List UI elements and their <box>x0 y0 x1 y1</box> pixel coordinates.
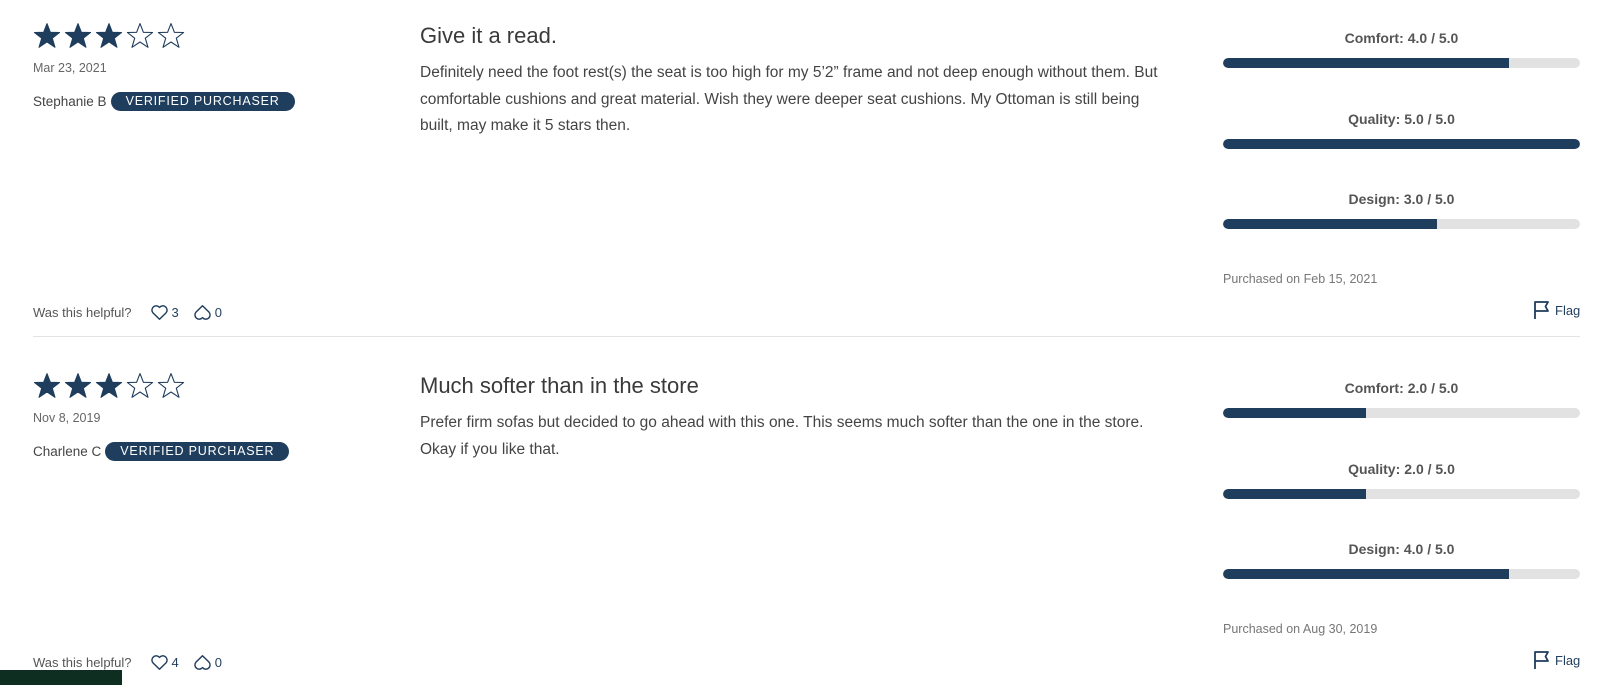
review-date: Mar 23, 2021 <box>33 61 107 75</box>
flag-button[interactable]: Flag <box>1533 650 1580 670</box>
purchase-date: Purchased on Aug 30, 2019 <box>1223 622 1378 636</box>
review-card: Nov 8, 2019 Charlene C VERIFIED PURCHASE… <box>33 350 1580 670</box>
star-filled-icon <box>33 22 61 50</box>
dislike-count: 0 <box>214 304 222 320</box>
purchase-date: Purchased on Feb 15, 2021 <box>1223 272 1378 286</box>
verified-purchaser-badge: VERIFIED PURCHASER <box>105 441 290 461</box>
quality-rating-bar <box>1223 489 1580 499</box>
heart-icon <box>150 654 168 670</box>
helpful-label: Was this helpful? <box>33 654 132 670</box>
design-rating-bar <box>1223 569 1580 579</box>
flag-icon <box>1534 301 1549 319</box>
dislike-count: 0 <box>214 654 222 670</box>
design-rating-label: Design: 3.0 / 5.0 <box>1348 191 1455 207</box>
comfort-rating-bar <box>1223 58 1580 68</box>
comfort-rating-label: Comfort: 4.0 / 5.0 <box>1344 30 1459 46</box>
like-button[interactable]: 4 <box>150 653 179 672</box>
star-empty-icon <box>126 22 154 50</box>
comfort-rating-bar <box>1223 408 1580 418</box>
review-date: Nov 8, 2019 <box>33 411 101 425</box>
review-card: Mar 23, 2021 Stephanie B VERIFIED PURCHA… <box>33 0 1580 320</box>
helpful-votes: Was this helpful? 4 0 <box>33 652 236 672</box>
star-filled-icon <box>95 22 123 50</box>
heart-down-icon <box>193 654 211 670</box>
like-button[interactable]: 3 <box>150 303 179 322</box>
star-filled-icon <box>64 22 92 50</box>
verified-purchaser-badge: VERIFIED PURCHASER <box>110 91 295 111</box>
flag-label: Flag <box>1555 652 1581 668</box>
dislike-button[interactable]: 0 <box>193 653 222 672</box>
review-body: Prefer firm sofas but decided to go ahea… <box>420 414 1144 458</box>
flag-label: Flag <box>1555 302 1581 318</box>
reviewer-name: Stephanie B <box>33 93 107 109</box>
star-empty-icon <box>126 372 154 400</box>
star-filled-icon <box>64 372 92 400</box>
review-divider <box>33 336 1580 337</box>
review-title: Give it a read. <box>420 23 557 48</box>
like-count: 3 <box>171 304 179 320</box>
star-filled-icon <box>95 372 123 400</box>
reviewer-name: Charlene C <box>33 443 102 459</box>
like-count: 4 <box>171 654 179 670</box>
flag-icon <box>1534 651 1549 669</box>
review-body: Definitely need the foot rest(s) the sea… <box>420 64 1158 135</box>
review-title: Much softer than in the store <box>420 373 699 398</box>
comfort-rating-label: Comfort: 2.0 / 5.0 <box>1344 380 1459 396</box>
design-rating-bar <box>1223 219 1580 229</box>
reviewer-info: Charlene C VERIFIED PURCHASER <box>33 441 290 461</box>
chat-widget-tab[interactable] <box>0 670 122 685</box>
dislike-button[interactable]: 0 <box>193 303 222 322</box>
quality-rating-label: Quality: 2.0 / 5.0 <box>1348 461 1455 477</box>
flag-button[interactable]: Flag <box>1533 300 1580 320</box>
design-rating-label: Design: 4.0 / 5.0 <box>1348 541 1455 557</box>
star-empty-icon <box>157 372 185 400</box>
helpful-votes: Was this helpful? 3 0 <box>33 302 236 322</box>
star-filled-icon <box>33 372 61 400</box>
helpful-label: Was this helpful? <box>33 304 132 320</box>
quality-rating-bar <box>1223 139 1580 149</box>
reviewer-info: Stephanie B VERIFIED PURCHASER <box>33 91 295 111</box>
heart-down-icon <box>193 304 211 320</box>
heart-icon <box>150 304 168 320</box>
star-empty-icon <box>157 22 185 50</box>
quality-rating-label: Quality: 5.0 / 5.0 <box>1348 111 1455 127</box>
